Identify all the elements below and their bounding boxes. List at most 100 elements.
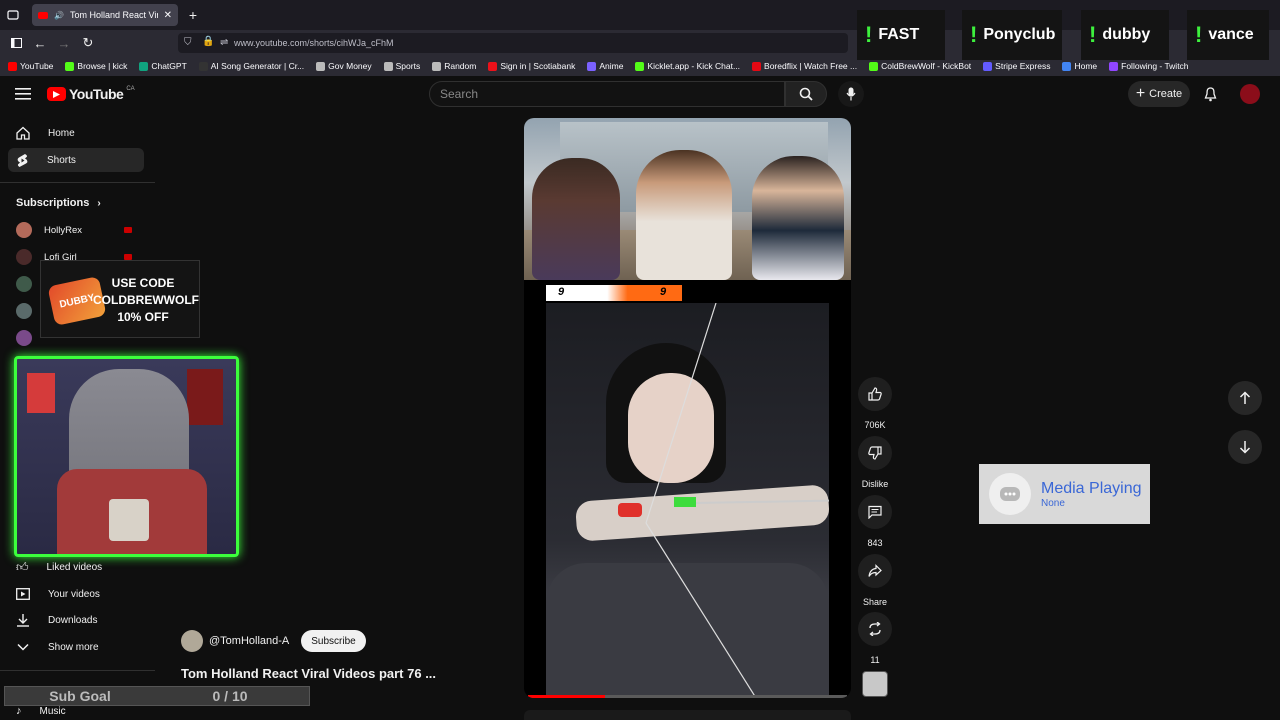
sidebar-toggle-icon[interactable] [10, 37, 22, 49]
search-button[interactable] [785, 81, 827, 107]
bookmark-item[interactable]: Anime [587, 61, 623, 71]
youtube-logo[interactable]: YouTube CA [47, 86, 135, 102]
bow-string [645, 303, 757, 698]
short-title[interactable]: Tom Holland React Viral Videos part 76 .… [181, 666, 436, 681]
voice-search-button[interactable] [838, 81, 864, 107]
menu-icon[interactable] [14, 86, 32, 102]
share-button[interactable] [858, 554, 892, 588]
avatar[interactable] [16, 276, 32, 292]
share-label: Share [862, 597, 888, 607]
bookmark-item[interactable]: Following - Twitch [1109, 61, 1189, 71]
bookmark-favicon-icon [869, 61, 879, 71]
comments-button[interactable] [858, 495, 892, 529]
dislike-action[interactable]: Dislike [858, 436, 892, 489]
bookmark-item[interactable]: Sign in | Scotiabank [488, 61, 575, 71]
sidebar-item-show-more[interactable]: Show more [8, 635, 144, 659]
bookmark-item[interactable]: ChatGPT [139, 61, 187, 71]
bookmark-item[interactable]: Random [432, 61, 476, 71]
new-tab-icon[interactable]: + [186, 7, 200, 23]
dislike-button[interactable] [858, 436, 892, 470]
short-video-player[interactable]: 9 9 [524, 118, 851, 698]
bookmark-item[interactable]: Kicklet.app - Kick Chat... [635, 61, 740, 71]
overlay-tag-dubby: ! dubby [1081, 10, 1169, 60]
bookmark-favicon-icon [752, 61, 762, 71]
account-avatar[interactable] [1240, 84, 1260, 104]
sidebar-item-home[interactable]: Home [8, 121, 144, 145]
comments-action[interactable]: 843 [858, 495, 892, 548]
sidebar-item-shorts[interactable]: Shorts [8, 148, 144, 172]
logo-text: YouTube [69, 86, 124, 102]
video-progress-bar[interactable] [528, 695, 847, 698]
bookmark-favicon-icon [198, 61, 208, 71]
bookmark-item[interactable]: Boredflix | Watch Free ... [752, 61, 857, 71]
overlay-tag-label: Ponyclub [983, 26, 1056, 43]
next-short-preview[interactable] [524, 710, 851, 720]
bookmark-item[interactable]: Stripe Express [983, 61, 1050, 71]
next-short-button[interactable] [1228, 430, 1262, 464]
avatar [16, 249, 32, 265]
forward-icon[interactable]: → [57, 36, 71, 51]
avatar[interactable] [16, 303, 32, 319]
sidebar-item-label: Your videos [48, 588, 100, 600]
bookmark-label: YouTube [20, 61, 54, 71]
close-tab-icon[interactable]: ✕ [164, 10, 172, 21]
subscription-item[interactable]: HollyRex [16, 222, 82, 238]
remix-action[interactable]: 11 [858, 612, 892, 665]
reaction-video-frame [524, 118, 851, 280]
url-text: www.youtube.com/shorts/cihWJa_cFhM [234, 38, 394, 48]
create-button[interactable]: + Create [1128, 81, 1190, 107]
avatar[interactable] [16, 330, 32, 346]
page-settings-icon[interactable]: ⇌ [220, 37, 228, 48]
youtube-play-icon [47, 87, 66, 101]
reload-icon[interactable]: ↻ [81, 35, 95, 50]
bookmark-label: ChatGPT [151, 61, 187, 71]
bookmark-favicon-icon [383, 61, 393, 71]
channel-name[interactable]: @TomHolland-A [209, 635, 289, 647]
subscribe-button[interactable]: Subscribe [301, 630, 366, 652]
bookmark-item[interactable]: Gov Money [316, 61, 372, 71]
bookmark-item[interactable]: Home [1062, 61, 1097, 71]
audio-source-thumbnail[interactable] [862, 671, 888, 697]
coffee-mug-icon [109, 499, 149, 541]
bookmark-label: Home [1074, 61, 1098, 71]
browser-tab-active[interactable]: 🔊 Tom Holland React Viral Vi ✕ [32, 4, 178, 26]
notifications-button[interactable] [1202, 86, 1218, 102]
sidebar-item-downloads[interactable]: Downloads [8, 608, 144, 632]
overlay-tag-vance: ! vance [1187, 10, 1269, 60]
channel-avatar[interactable] [181, 630, 203, 652]
lock-icon: 🔒 [202, 36, 215, 47]
canada-flag-icon [27, 373, 55, 413]
bookmark-favicon-icon [983, 61, 993, 71]
speaker-icon[interactable]: 🔊 [54, 11, 64, 20]
share-icon [868, 564, 882, 577]
person-left [532, 158, 620, 280]
search-input[interactable]: Search [429, 81, 785, 107]
sidebar-item-label: Home [48, 127, 75, 139]
bookmark-item[interactable]: Browse | kick [65, 61, 127, 71]
like-action[interactable]: 706K [858, 377, 892, 430]
subscriptions-header[interactable]: Subscriptions › [16, 197, 101, 209]
exclamation-icon: ! [970, 22, 978, 47]
back-icon[interactable]: ← [33, 36, 47, 51]
url-field[interactable]: ⛉ 🔒 ⇌ www.youtube.com/shorts/cihWJa_cFhM [178, 33, 848, 53]
previous-short-button[interactable] [1228, 381, 1262, 415]
sidebar-divider [0, 182, 155, 183]
tab-list-icon[interactable] [6, 8, 20, 22]
sidebar-item-label: Music [39, 705, 66, 717]
score-right: 9 [660, 286, 667, 298]
video-icon [16, 588, 30, 600]
shorts-icon [17, 153, 28, 167]
bookmark-item[interactable]: AI Song Generator | Cr... [198, 61, 304, 71]
youtube-favicon-icon [38, 11, 48, 19]
download-icon [17, 614, 29, 627]
like-button[interactable] [858, 377, 892, 411]
bookmark-item[interactable]: YouTube [8, 61, 53, 71]
sidebar-item-your-videos[interactable]: Your videos [8, 582, 144, 606]
share-action[interactable]: Share [858, 554, 892, 607]
remix-button[interactable] [858, 612, 892, 646]
sidebar-item-liked-videos[interactable]: 👍︎ Liked videos [8, 555, 144, 579]
bookmark-item[interactable]: Sports [383, 61, 420, 71]
bookmark-label: Random [444, 61, 477, 71]
exclamation-icon: ! [865, 22, 873, 47]
bookmark-item[interactable]: ColdBrewWolf - KickBot [869, 61, 971, 71]
